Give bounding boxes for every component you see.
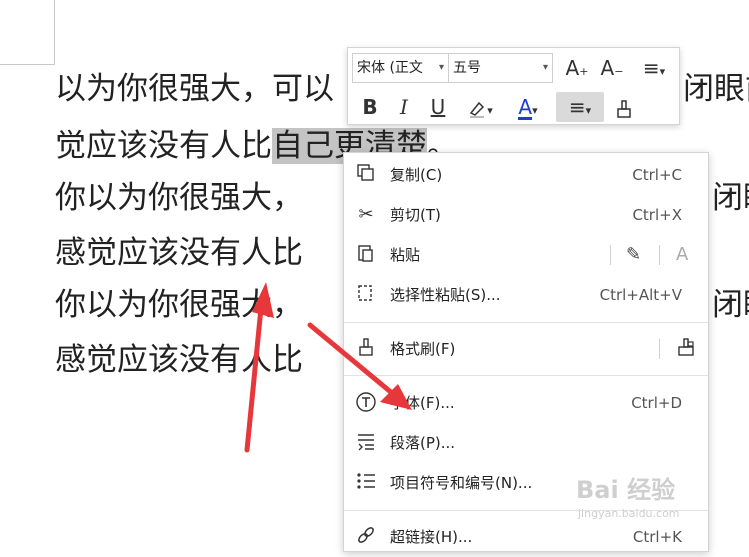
annotation-arrowhead-up: [252, 282, 274, 318]
annotation-arrow-up: [244, 295, 265, 453]
annotation-arrows: [244, 282, 412, 453]
baidu-watermark-url: jingyan.baidu.com: [578, 507, 680, 520]
annotation-arrow-diag: [307, 322, 401, 401]
baidu-watermark: Bai 经验: [576, 476, 676, 504]
